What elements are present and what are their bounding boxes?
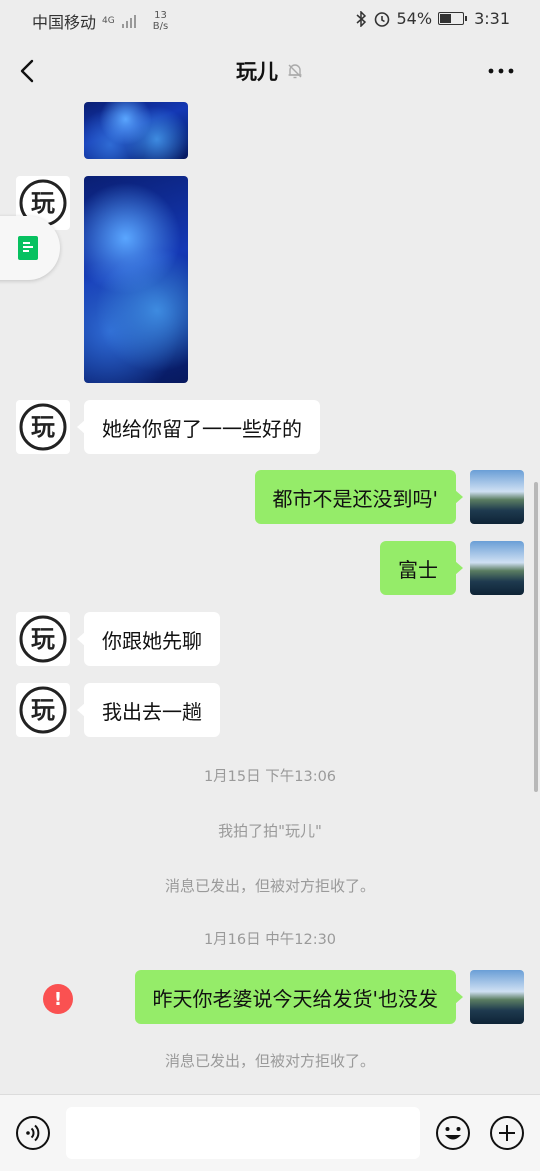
- timestamp: 1月15日 下午13:06: [203, 769, 337, 785]
- system-message: 消息已发出，但被对方拒收了。: [164, 877, 375, 895]
- plus-icon[interactable]: [489, 1115, 525, 1151]
- message-bubble-outgoing[interactable]: 富士: [380, 541, 463, 595]
- alarm-icon: [374, 11, 389, 27]
- mute-bell-icon: [288, 64, 302, 79]
- contact-avatar[interactable]: 玩: [16, 612, 70, 666]
- message-bubble-incoming[interactable]: 我出去一趟: [77, 683, 220, 737]
- battery-percent: 54%: [396, 9, 433, 28]
- title-area: 玩儿: [0, 56, 540, 86]
- carrier-name: 中国移动: [32, 13, 97, 32]
- document-icon: [18, 236, 38, 260]
- message-text: 你跟她先聊: [102, 628, 202, 653]
- contact-avatar[interactable]: 玩: [16, 400, 70, 454]
- input-bar: [0, 1094, 540, 1171]
- message-text: 富士: [398, 557, 438, 582]
- emoji-icon[interactable]: [435, 1115, 471, 1151]
- clock: 3:31: [474, 9, 510, 28]
- message-text: 她给你留了一一些好的: [102, 416, 302, 441]
- chat-history[interactable]: 玩 玩 她给你留了一一些好的 都市不是还没到吗' 富士 玩 你跟她先聊 玩 我出…: [0, 102, 540, 1094]
- signal-icon: [121, 15, 136, 28]
- svg-text:玩: 玩: [31, 189, 55, 217]
- message-input[interactable]: [66, 1107, 420, 1159]
- message-text: 我出去一趟: [102, 699, 202, 724]
- message-text: 都市不是还没到吗': [272, 486, 439, 511]
- message-bubble-outgoing[interactable]: 都市不是还没到吗': [254, 470, 463, 524]
- chat-header: 玩儿: [0, 38, 540, 102]
- contact-avatar-logo: 玩: [19, 615, 67, 663]
- message-text: 昨天你老婆说今天给发货'也没发: [152, 986, 439, 1011]
- system-message: 我拍了拍"玩儿": [218, 822, 322, 840]
- send-failed-icon[interactable]: !: [43, 984, 73, 1014]
- message-bubble-incoming[interactable]: 你跟她先聊: [77, 612, 220, 666]
- speed-value: 13: [154, 10, 167, 21]
- voice-icon[interactable]: [15, 1115, 51, 1151]
- contact-avatar[interactable]: 玩: [16, 683, 70, 737]
- svg-text:玩: 玩: [31, 696, 55, 724]
- chat-image[interactable]: [84, 102, 188, 159]
- timestamp: 1月16日 中午12:30: [203, 932, 337, 948]
- contact-avatar-logo: 玩: [19, 403, 67, 451]
- battery-level: [440, 14, 452, 23]
- battery-icon: [438, 12, 468, 25]
- system-message: 消息已发出，但被对方拒收了。: [164, 1052, 375, 1070]
- chat-image[interactable]: [84, 176, 188, 383]
- speed-unit: B/s: [152, 21, 169, 32]
- status-bar: 中国移动 4G 13 B/s 54% 3:31: [0, 0, 540, 38]
- bluetooth-icon: [356, 10, 366, 27]
- svg-text:玩: 玩: [31, 625, 55, 653]
- message-bubble-incoming[interactable]: 她给你留了一一些好的: [77, 400, 320, 454]
- contact-avatar-logo: 玩: [19, 686, 67, 734]
- network-type: 4G: [102, 16, 115, 26]
- message-bubble-outgoing[interactable]: 昨天你老婆说今天给发货'也没发: [134, 970, 463, 1024]
- chat-title: 玩儿: [236, 60, 278, 84]
- svg-text:玩: 玩: [31, 413, 55, 441]
- scrollbar[interactable]: [534, 482, 538, 792]
- more-dots-icon[interactable]: [486, 56, 516, 86]
- network-speed: 13 B/s: [153, 10, 168, 32]
- my-avatar[interactable]: [470, 970, 524, 1024]
- my-avatar[interactable]: [470, 470, 524, 524]
- my-avatar[interactable]: [470, 541, 524, 595]
